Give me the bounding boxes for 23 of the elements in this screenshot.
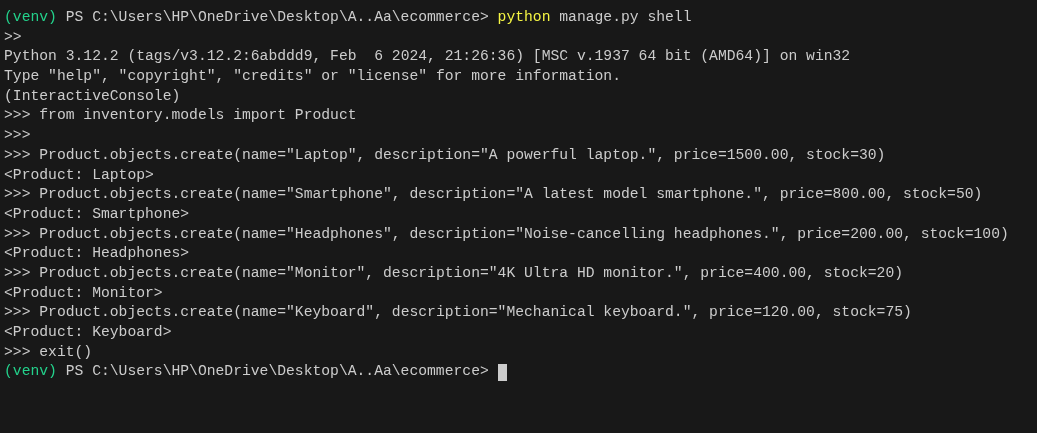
venv-label: (venv) — [4, 8, 57, 27]
console-line: >>> Product.objects.create(name="Monitor", description="4K Ultra HD monitor.", price=400.00, stock=20) — [4, 263, 904, 283]
console-line: Type "help", "copyright", "credits" or "license" for more information. — [4, 67, 621, 87]
console-line: Python 3.12.2 (tags/v3.12.2:6abddd9, Feb 6 2024, 21:26:36) [MSC v.1937 64 bit (AMD64)] on win32 — [4, 47, 851, 67]
console-line: >>> Product.objects.create(name="Keyboard", description="Mechanical keyboard.", price=120.00, stock=75) — [4, 303, 912, 323]
console-line: >>> Product.objects.create(name="Smartphone", description="A latest model smartphone.", price=800.00, stock=50) — [4, 185, 983, 205]
console-line: >>> Product.objects.create(name="Laptop", description="A powerful laptop.", price=1500.00, stock=30) — [4, 145, 886, 165]
console-line: <Product: Laptop> — [4, 165, 154, 185]
command-args: manage.py shell — [559, 8, 692, 27]
console-line: <Product: Monitor> — [4, 283, 163, 303]
command-name: python — [497, 8, 551, 27]
console-line: >>> exit() — [4, 342, 93, 362]
console-line: <Product: Keyboard> — [4, 323, 172, 342]
prompt-path: PS C:\Users\HP\OneDrive\Desktop\A..Aa\ecommerce> — [65, 362, 489, 382]
console-line: >>> Product.objects.create(name="Headphones", description="Noise-cancelling headphones.", price=200.00, stock=100) — [4, 224, 1009, 244]
console-line: <Product: Headphones> — [4, 244, 190, 264]
venv-label: (venv) — [4, 362, 57, 382]
console-line: >> — [4, 27, 22, 47]
console-line: <Product: Smartphone> — [4, 204, 190, 224]
prompt-path: PS C:\Users\HP\OneDrive\Desktop\A..Aa\ecommerce> — [65, 8, 489, 27]
console-line: >>> from inventory.models import Product — [4, 106, 357, 126]
console-line: >>> — [4, 126, 31, 146]
console-line: (InteractiveConsole) — [4, 86, 181, 106]
